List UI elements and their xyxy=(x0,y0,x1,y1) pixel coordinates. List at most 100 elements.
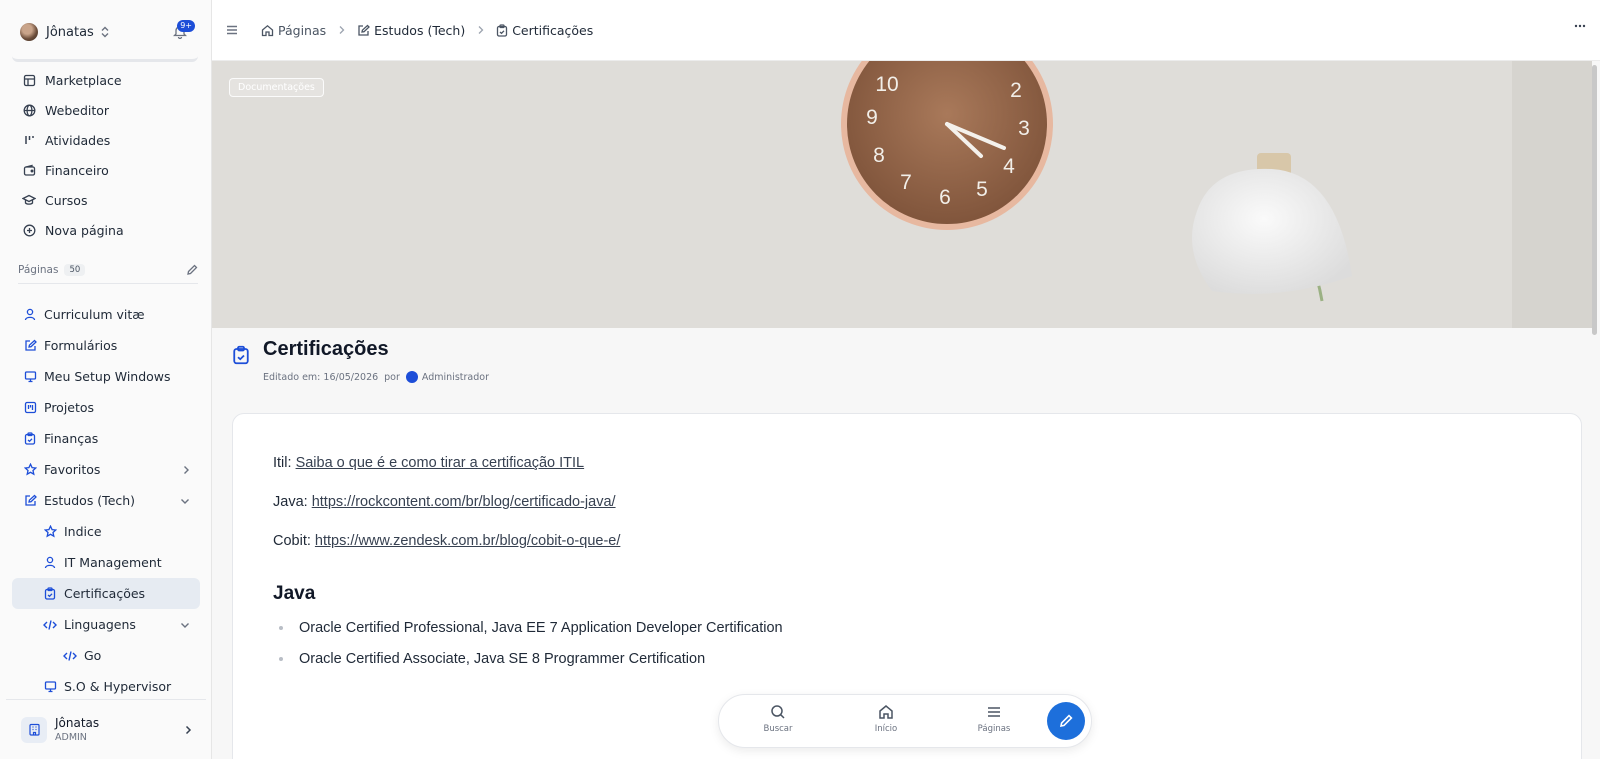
pages-button[interactable]: Páginas xyxy=(959,704,1029,734)
home-button[interactable]: Início xyxy=(851,704,921,734)
tree-item-label: Meu Setup Windows xyxy=(44,369,171,384)
home-icon xyxy=(878,704,894,720)
chevron-right-icon[interactable] xyxy=(182,465,190,475)
itil-label: Itil: xyxy=(273,455,292,471)
pages-label: Páginas xyxy=(977,724,1011,734)
scrollbar[interactable] xyxy=(1592,65,1597,335)
by-label: por xyxy=(384,371,400,383)
pencil-icon xyxy=(1058,713,1074,729)
svg-text:6: 6 xyxy=(939,186,951,209)
page-content: 10 2 3 4 5 6 7 8 9 Documentações Certifi… xyxy=(212,61,1600,759)
more-options-button[interactable] xyxy=(1574,24,1586,28)
nav-item-label: Atividades xyxy=(45,132,111,148)
tree-item-linguagens[interactable]: Linguagens xyxy=(12,609,200,640)
tree-item-go[interactable]: Go xyxy=(12,640,200,671)
java-label: Java: xyxy=(273,494,308,510)
more-horizontal-icon xyxy=(1574,24,1586,28)
nav-item-financeiro[interactable]: Financeiro xyxy=(10,155,200,185)
wallet-icon xyxy=(22,163,36,177)
tree-item-label: Linguagens xyxy=(64,617,136,632)
tree-item-label: S.O & Hypervisor xyxy=(64,679,172,694)
globe-icon xyxy=(22,103,36,117)
edited-date: Editado em: 16/05/2026 xyxy=(263,371,379,383)
list-item-text: Oracle Certified Professional, Java EE 7… xyxy=(299,620,783,636)
breadcrumb-item-estudos-tech[interactable]: Estudos (Tech) xyxy=(357,23,465,38)
tree-item-estudos-tech[interactable]: Estudos (Tech) xyxy=(12,485,200,516)
page-title: Certificações xyxy=(263,338,389,360)
tree-item-formularios[interactable]: Formulários xyxy=(12,330,200,361)
tree-item-setup-windows[interactable]: Meu Setup Windows xyxy=(12,361,200,392)
tree-item-financas[interactable]: Finanças xyxy=(12,423,200,454)
list-item: Oracle Certified Professional, Java EE 7… xyxy=(279,620,783,636)
category-tag[interactable]: Documentações xyxy=(229,78,324,97)
author-avatar xyxy=(405,371,418,383)
tree-item-curriculum[interactable]: Curriculum vitæ xyxy=(12,299,200,330)
author-name[interactable]: Administrador xyxy=(422,372,489,383)
java-line: Java: https://rockcontent.com/br/blog/ce… xyxy=(273,494,616,510)
code-icon xyxy=(63,649,77,663)
graduation-cap-icon xyxy=(22,193,36,207)
section-heading-java: Java xyxy=(273,583,316,604)
cobit-link[interactable]: https://www.zendesk.com.br/blog/cobit-o-… xyxy=(315,533,620,549)
chevron-down-icon[interactable] xyxy=(180,621,190,629)
menu-toggle-button[interactable] xyxy=(225,24,239,36)
pages-count-badge: 50 xyxy=(64,263,86,276)
tree-item-projetos[interactable]: Projetos xyxy=(12,392,200,423)
breadcrumb-label: Certificações xyxy=(512,22,594,38)
nav-item-cursos[interactable]: Cursos xyxy=(10,185,200,215)
chevron-right-icon xyxy=(338,25,345,35)
tree-item-favoritos[interactable]: Favoritos xyxy=(12,454,200,485)
edit-page-button[interactable] xyxy=(1047,702,1085,740)
user-icon xyxy=(23,308,37,322)
java-link[interactable]: https://rockcontent.com/br/blog/certific… xyxy=(312,494,616,510)
nav-item-label: Financeiro xyxy=(45,162,109,178)
pages-label: Páginas xyxy=(18,263,59,276)
nav-item-webeditor[interactable]: Webeditor xyxy=(10,95,200,125)
tree-item-label: Estudos (Tech) xyxy=(44,493,136,508)
nav-item-label: Cursos xyxy=(45,192,88,208)
divider xyxy=(12,56,198,62)
home-icon xyxy=(261,24,274,37)
top-header: Páginas Estudos (Tech) Certificações xyxy=(212,0,1600,61)
chevron-up-down-icon xyxy=(100,26,110,38)
nav-item-atividades[interactable]: Atividades xyxy=(10,125,200,155)
chevron-down-icon[interactable] xyxy=(180,497,190,505)
nav-item-label: Marketplace xyxy=(45,72,122,88)
sidebar: Jônatas 9+ Marketplace Webeditor Ativida… xyxy=(0,0,212,759)
svg-text:9: 9 xyxy=(866,106,878,129)
tree-item-label: Curriculum vitæ xyxy=(44,307,145,322)
breadcrumb: Páginas Estudos (Tech) Certificações xyxy=(261,23,593,38)
nav-item-nova-pagina[interactable]: Nova página xyxy=(10,215,200,245)
page-meta: Editado em: 16/05/2026 por Administrador xyxy=(263,371,489,383)
tree-item-indice[interactable]: Indice xyxy=(12,516,200,547)
cover-image[interactable]: 10 2 3 4 5 6 7 8 9 Documentações xyxy=(212,61,1592,328)
breadcrumb-item-certificacoes[interactable]: Certificações xyxy=(496,23,593,38)
edit-pages-icon[interactable] xyxy=(186,264,198,276)
svg-text:4: 4 xyxy=(1003,155,1015,178)
clipboard-check-icon xyxy=(43,587,57,601)
notifications-button[interactable]: 9+ xyxy=(173,20,195,39)
search-button[interactable]: Buscar xyxy=(743,704,813,734)
breadcrumb-label: Páginas xyxy=(278,22,327,38)
monitor-icon xyxy=(23,370,37,384)
main-nav: Marketplace Webeditor Atividades Finance… xyxy=(10,65,200,245)
tree-item-it-management[interactable]: IT Management xyxy=(12,547,200,578)
nav-item-label: Webeditor xyxy=(45,102,110,118)
tree-item-label: Favoritos xyxy=(44,462,101,477)
svg-text:10: 10 xyxy=(875,73,898,96)
nav-item-marketplace[interactable]: Marketplace xyxy=(10,65,200,95)
breadcrumb-item-paginas[interactable]: Páginas xyxy=(261,23,326,38)
tree-item-so-hypervisor[interactable]: S.O & Hypervisor xyxy=(12,671,200,702)
itil-line: Itil: Saiba o que é e como tirar a certi… xyxy=(273,455,584,471)
cover-photo-illustration: 10 2 3 4 5 6 7 8 9 xyxy=(212,61,1592,328)
hamburger-icon xyxy=(225,24,239,36)
notification-badge: 9+ xyxy=(177,20,195,32)
bullet-dot xyxy=(279,626,283,630)
cobit-label: Cobit: xyxy=(273,533,311,549)
account-menu[interactable]: Jônatas ADMIN xyxy=(6,699,206,759)
svg-text:3: 3 xyxy=(1018,117,1030,140)
tree-item-label: Indice xyxy=(64,524,102,539)
avatar xyxy=(20,23,38,41)
tree-item-certificacoes[interactable]: Certificações xyxy=(12,578,200,609)
itil-link[interactable]: Saiba o que é e como tirar a certificaçã… xyxy=(296,455,585,471)
